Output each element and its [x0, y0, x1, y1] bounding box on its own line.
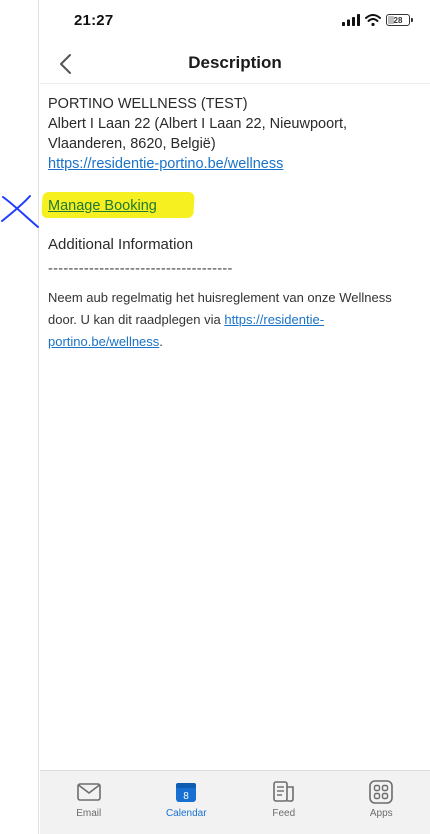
tab-label-feed: Feed [272, 808, 296, 819]
battery-icon: 28 [386, 14, 413, 26]
info-text: Neem aub regelmatig het huisreglement va… [48, 287, 422, 353]
address-block: PORTINO WELLNESS (TEST) Albert I Laan 22… [48, 94, 422, 174]
tab-label-calendar: Calendar [165, 808, 207, 819]
bottom-tab-bar: Email 8 Calendar Feed Apps [40, 770, 430, 834]
tab-label-apps: Apps [369, 808, 393, 819]
website-link[interactable]: https://residentie-portino.be/wellness [48, 156, 283, 172]
tab-apps[interactable]: Apps [333, 771, 430, 834]
battery-level: 28 [393, 15, 403, 25]
status-time: 21:27 [74, 12, 114, 29]
address-line-2: Vlaanderen, 8620, België) [48, 136, 216, 152]
cross-annotation-icon [1, 195, 39, 228]
tab-label-email: Email [76, 808, 102, 819]
info-text-part-1: Neem aub regelmatig het huisreglement va… [48, 290, 392, 327]
venue-name: PORTINO WELLNESS (TEST) [48, 96, 248, 112]
tab-email[interactable]: Email [40, 771, 138, 834]
section-title: Additional Information [48, 236, 194, 253]
calendar-badge: 8 [183, 791, 189, 802]
page-title: Description [188, 53, 282, 72]
navigation-bar: Description [40, 44, 430, 84]
manage-booking-link[interactable]: Manage Booking [48, 198, 157, 214]
manage-booking-wrapper: Manage Booking [41, 192, 195, 218]
apps-grid-icon [368, 779, 394, 805]
phone-screen: 21:27 28 Description PORTINO WELLNESS (T… [40, 0, 430, 834]
status-bar: 21:27 28 [40, 0, 430, 44]
feed-icon [271, 779, 297, 805]
wifi-icon [365, 14, 381, 26]
description-content: PORTINO WELLNESS (TEST) Albert I Laan 22… [41, 94, 422, 353]
left-gutter [0, 0, 39, 834]
address-line-1: Albert I Laan 22 (Albert I Laan 22, Nieu… [48, 116, 348, 132]
tab-calendar[interactable]: 8 Calendar [138, 771, 236, 834]
status-icons: 28 [342, 14, 413, 26]
info-text-part-2: . [159, 334, 163, 349]
tab-feed[interactable]: Feed [235, 771, 333, 834]
separator-line: ------------------------------------ [48, 261, 233, 277]
cellular-signal-icon [342, 14, 360, 26]
calendar-icon: 8 [173, 779, 199, 805]
mail-icon [76, 779, 102, 805]
